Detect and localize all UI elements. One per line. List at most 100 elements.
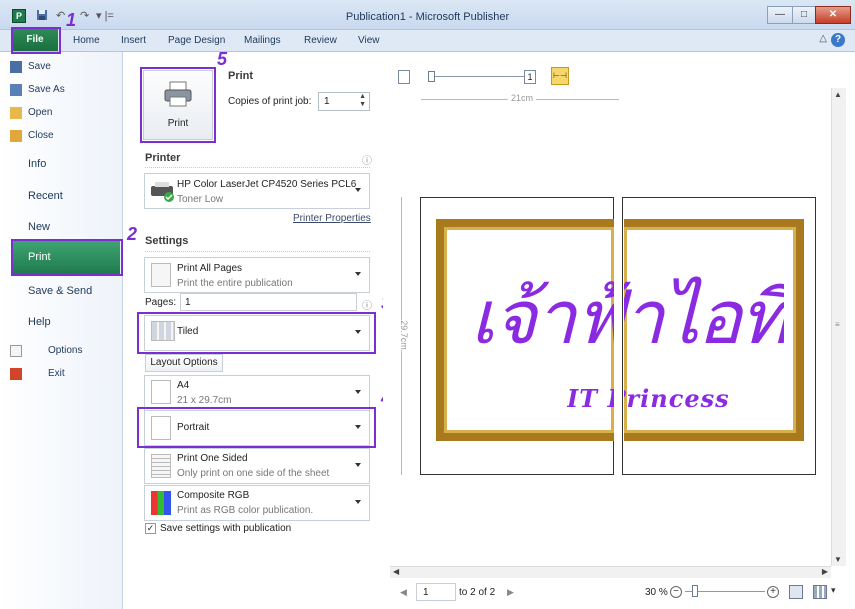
nav-help[interactable]: Help — [28, 316, 51, 328]
printer-name: HP Color LaserJet CP4520 Series PCL6 — [177, 179, 357, 190]
rgb-icon — [151, 491, 171, 515]
single-page-icon[interactable]: 1 — [524, 70, 536, 84]
ruler-height-label: 29.7cm — [398, 320, 409, 350]
scroll-grip-icon: ≡ — [835, 320, 840, 329]
divider — [145, 167, 370, 168]
multiple-pages-icon[interactable] — [813, 585, 827, 599]
chevron-down-icon — [355, 188, 361, 192]
exit-icon — [10, 368, 22, 380]
paper-size-title: A4 — [177, 380, 190, 391]
ruler-toggle-icon[interactable]: ⊢⊣ — [551, 67, 569, 85]
view-options-chevron-icon[interactable]: ▾ — [831, 585, 836, 596]
next-page-icon[interactable]: ▶ — [507, 587, 514, 598]
tab-page-design[interactable]: Page Design — [168, 35, 225, 46]
copies-spinner[interactable]: 1 ▲ ▼ — [318, 92, 370, 111]
sided-subtitle: Only print on one side of the sheet — [177, 468, 330, 479]
highlight-tiled — [137, 312, 376, 354]
nav-new[interactable]: New — [28, 221, 50, 233]
english-title-left: IT Princess — [567, 384, 614, 413]
nav-recent[interactable]: Recent — [28, 190, 63, 202]
fit-page-icon[interactable] — [789, 585, 803, 599]
pages-value: 1 — [185, 297, 191, 308]
previous-page-icon[interactable]: ◀ — [400, 587, 407, 598]
paper-icon — [151, 380, 171, 404]
page-zoom-slider[interactable] — [428, 69, 528, 83]
close-button[interactable]: ✕ — [815, 6, 851, 24]
printer-device-icon — [151, 182, 174, 202]
zoom-level: 30 % — [645, 587, 668, 598]
printer-properties-link[interactable]: Printer Properties — [293, 213, 371, 224]
save-icon — [10, 61, 22, 73]
open-folder-icon — [10, 107, 22, 119]
window-title: Publication1 - Microsoft Publisher — [345, 11, 510, 23]
settings-header: Settings — [145, 235, 189, 247]
printer-info-icon[interactable]: ⓘ — [362, 152, 372, 167]
layout-options-button[interactable]: Layout Options — [145, 354, 223, 372]
help-icon[interactable]: ? — [831, 33, 845, 47]
zoom-in-icon[interactable]: + — [767, 586, 779, 598]
spinner-arrows-icon[interactable]: ▲ ▼ — [359, 93, 366, 109]
thai-title-left: เจ้าฟ้าไอที — [470, 275, 614, 361]
print-range-dropdown[interactable]: Print All Pages Print the entire publica… — [144, 257, 370, 293]
zoom-slider-thumb[interactable] — [692, 585, 698, 597]
color-dropdown[interactable]: Composite RGB Print as RGB color publica… — [144, 485, 370, 521]
horizontal-scrollbar[interactable]: ◀ ▶ — [390, 566, 831, 578]
page-number-input[interactable]: 1 — [416, 583, 456, 601]
copies-value: 1 — [324, 96, 330, 107]
print-section-title: Print — [228, 70, 254, 82]
save-settings-checkbox[interactable]: ✓ — [145, 523, 156, 534]
page-view-icon[interactable] — [398, 70, 410, 84]
printer-header: Printer — [145, 152, 181, 164]
nav-open[interactable]: Open — [28, 107, 52, 118]
nav-info[interactable]: Info — [28, 158, 46, 170]
zoom-out-icon[interactable]: − — [670, 586, 682, 598]
minimize-button[interactable]: — — [767, 6, 793, 24]
highlight-print-button — [140, 67, 216, 143]
pages-input[interactable]: 1 — [180, 293, 357, 311]
annotation-2: 2 — [127, 224, 138, 244]
english-title-right: IT Princess — [624, 384, 730, 413]
nav-save-as[interactable]: Save As — [28, 84, 65, 95]
highlight-print — [11, 239, 123, 276]
printer-status: Toner Low — [177, 194, 224, 205]
sided-dropdown[interactable]: Print One Sided Only print on one side o… — [144, 448, 370, 484]
print-range-title: Print All Pages — [177, 263, 243, 274]
page-count-label: to 2 of 2 — [459, 587, 496, 598]
tab-review[interactable]: Review — [304, 35, 337, 46]
scroll-right-icon[interactable]: ▶ — [822, 567, 828, 576]
printer-dropdown[interactable]: HP Color LaserJet CP4520 Series PCL6 Ton… — [144, 173, 370, 209]
close-folder-icon — [10, 130, 22, 142]
scroll-down-icon[interactable]: ▼ — [834, 555, 842, 564]
nav-options[interactable]: Options — [48, 345, 82, 356]
maximize-button[interactable]: □ — [792, 6, 816, 24]
minimize-ribbon-icon[interactable]: △ — [819, 33, 827, 44]
color-title: Composite RGB — [177, 490, 250, 501]
chevron-down-icon — [355, 272, 361, 276]
chevron-down-icon — [355, 390, 361, 394]
nav-close[interactable]: Close — [28, 130, 54, 141]
one-sided-icon — [151, 454, 171, 478]
highlight-orientation — [137, 407, 376, 448]
print-range-subtitle: Print the entire publication — [177, 278, 293, 289]
paper-size-subtitle: 21 x 29.7cm — [177, 395, 232, 406]
annotation-5: 5 — [217, 49, 228, 69]
paper-size-dropdown[interactable]: A4 21 x 29.7cm — [144, 375, 370, 411]
nav-exit[interactable]: Exit — [48, 368, 65, 379]
thai-title-right: เจ้าฟ้าไอที — [624, 275, 784, 361]
chevron-down-icon — [355, 500, 361, 504]
scroll-left-icon[interactable]: ◀ — [393, 567, 399, 576]
pages-label: Pages: — [145, 297, 177, 308]
color-subtitle: Print as RGB color publication. — [177, 505, 314, 516]
options-icon — [10, 345, 22, 357]
tab-insert[interactable]: Insert — [121, 35, 146, 46]
tab-view[interactable]: View — [358, 35, 380, 46]
sided-title: Print One Sided — [177, 453, 248, 464]
pages-info-icon[interactable]: ⓘ — [362, 297, 372, 312]
highlight-file — [11, 27, 61, 54]
nav-save-and-send[interactable]: Save & Send — [28, 285, 92, 297]
scroll-up-icon[interactable]: ▲ — [834, 90, 842, 99]
nav-save[interactable]: Save — [28, 61, 51, 72]
vertical-scrollbar[interactable]: ▲ ≡ ▼ — [831, 88, 846, 566]
tab-mailings[interactable]: Mailings — [244, 35, 281, 46]
tab-home[interactable]: Home — [73, 35, 100, 46]
